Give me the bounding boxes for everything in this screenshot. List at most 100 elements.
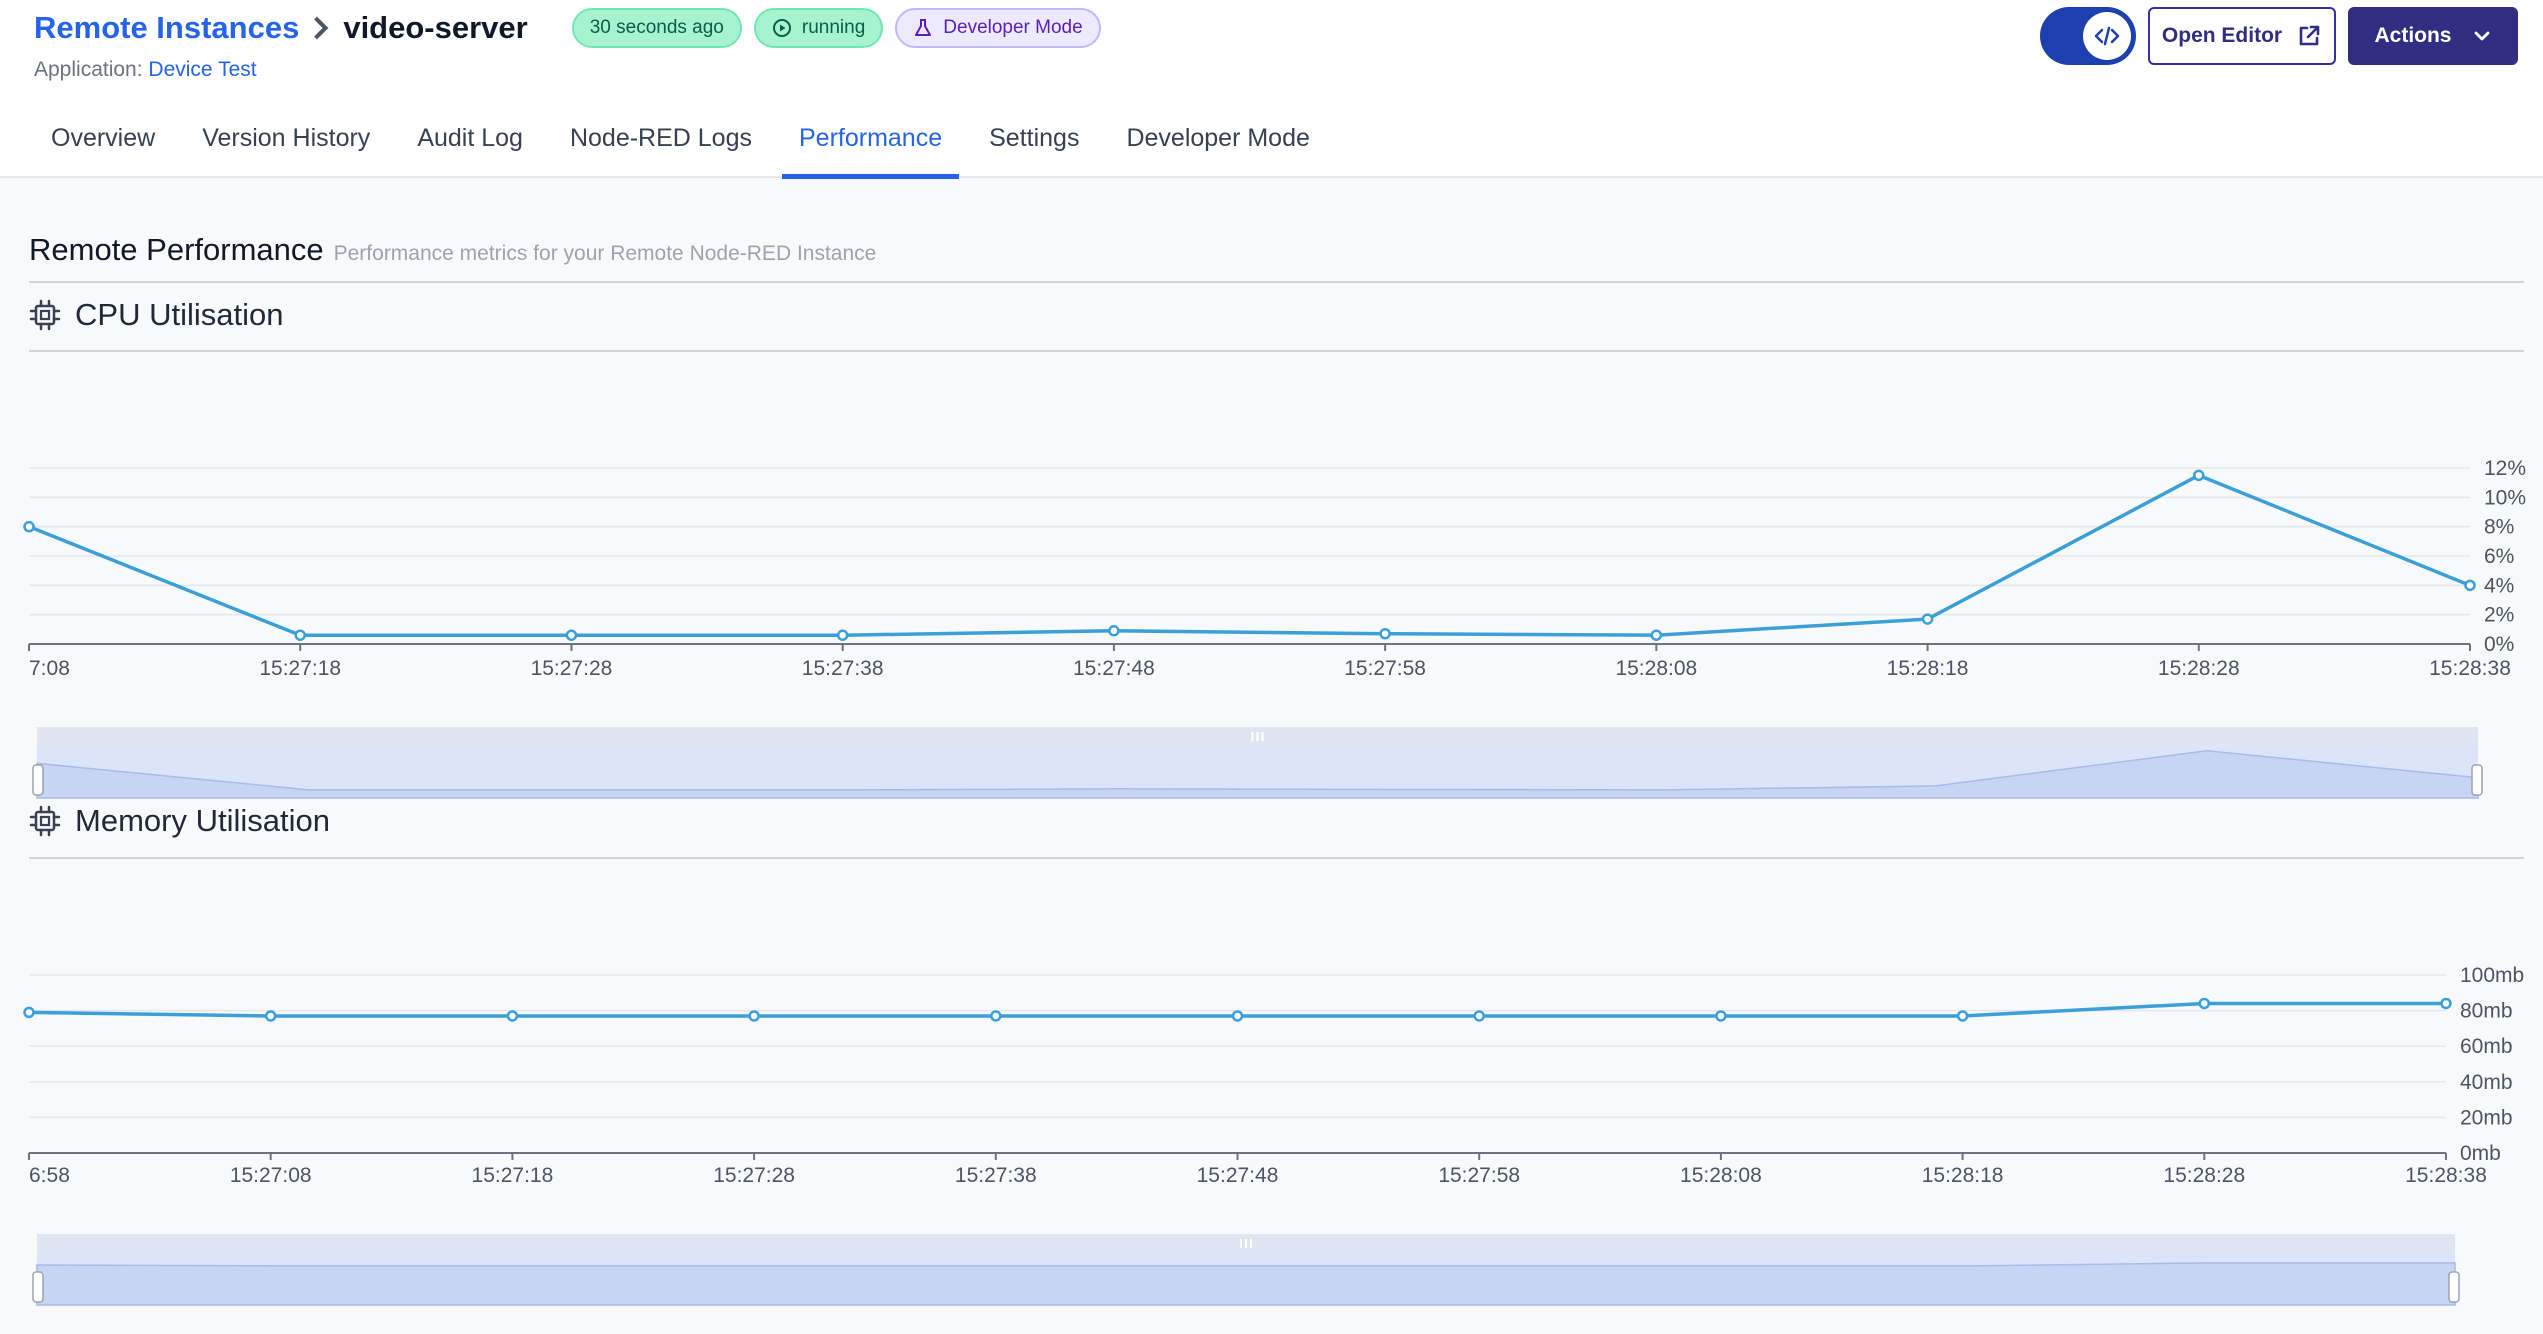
section-header: Remote Performance Performance metrics fo… xyxy=(29,232,876,268)
memory-utilisation-chart: 0mb 20mb 40mb 60mb 80mb 100mb 6:58 15:27:08 15:2… xyxy=(23,964,2524,1306)
play-circle-icon xyxy=(772,19,791,37)
memory-chart-divider xyxy=(29,857,2524,859)
chevron-right-icon xyxy=(306,16,329,40)
developer-mode-toggle[interactable] xyxy=(2040,7,2136,65)
section-divider xyxy=(29,281,2524,283)
code-icon xyxy=(2083,12,2131,60)
y-tick-label: 20mb xyxy=(2460,1106,2513,1129)
x-tick-label: 15:27:18 xyxy=(472,1164,554,1187)
y-tick-label: 6% xyxy=(2484,545,2514,568)
x-tick-label: 15:27:28 xyxy=(713,1164,795,1187)
data-point xyxy=(2193,469,2205,482)
tab-overview[interactable]: Overview xyxy=(34,112,172,178)
y-tick-label: 8% xyxy=(2484,516,2514,539)
developer-mode-badge: Developer Mode xyxy=(895,8,1101,48)
x-tick-label: 15:28:28 xyxy=(2158,657,2240,680)
x-tick-label: 15:27:38 xyxy=(802,657,884,680)
last-seen-badge: 30 seconds ago xyxy=(571,8,742,48)
x-tick-label: 15:28:08 xyxy=(1680,1164,1762,1187)
data-point xyxy=(264,1010,277,1022)
data-point xyxy=(23,1006,35,1019)
chip-icon xyxy=(29,805,61,837)
cpu-chart-heading: CPU Utilisation xyxy=(29,297,283,333)
application-label: Application: xyxy=(34,58,143,81)
zoom-handle-left[interactable] xyxy=(32,1271,44,1303)
x-tick-label: 15:27:58 xyxy=(1438,1164,1520,1187)
y-tick-label: 0% xyxy=(2484,633,2514,656)
tab-developer-mode[interactable]: Developer Mode xyxy=(1109,112,1326,178)
data-point xyxy=(1231,1010,1244,1022)
x-tick-label: 15:28:38 xyxy=(2429,657,2511,680)
x-tick-label: 15:28:38 xyxy=(2405,1164,2487,1187)
open-editor-label: Open Editor xyxy=(2161,24,2283,47)
data-point xyxy=(2464,579,2476,592)
application-link[interactable]: Device Test xyxy=(148,58,256,81)
tab-settings[interactable]: Settings xyxy=(972,112,1096,178)
x-tick-label: 6:58 xyxy=(29,1164,70,1187)
x-tick-label: 15:27:48 xyxy=(1073,657,1155,680)
developer-mode-badge-label: Developer Mode xyxy=(943,17,1083,38)
section-title: Remote Performance xyxy=(29,232,324,267)
data-point xyxy=(1956,1010,1969,1022)
chip-icon xyxy=(29,299,61,331)
breadcrumb-remote-instances-link[interactable]: Remote Instances xyxy=(34,10,299,46)
open-editor-button[interactable]: Open Editor xyxy=(2148,7,2336,65)
memory-chart-heading: Memory Utilisation xyxy=(29,803,330,839)
y-tick-label: 12% xyxy=(2484,457,2526,480)
data-point xyxy=(1650,629,1663,641)
cpu-utilisation-chart: 0% 2% 4% 6% 8% 10% 12% 7:08 15:27:18 15:27:28 15:2… xyxy=(23,457,2526,799)
instance-name: video-server xyxy=(343,10,528,45)
x-tick-label: 15:27:38 xyxy=(955,1164,1037,1187)
x-tick-label: 15:27:18 xyxy=(259,657,341,680)
x-tick-label: 15:27:58 xyxy=(1344,657,1426,680)
cpu-chart-title: CPU Utilisation xyxy=(75,297,284,332)
data-point xyxy=(565,629,578,641)
x-tick-label: 15:27:08 xyxy=(230,1164,312,1187)
actions-button[interactable]: Actions xyxy=(2348,7,2518,65)
y-tick-label: 2% xyxy=(2484,604,2514,627)
x-tick-label: 15:28:18 xyxy=(1887,657,1969,680)
y-tick-label: 0mb xyxy=(2460,1142,2501,1165)
instance-tabs: Overview Version History Audit Log Node-… xyxy=(34,112,1340,179)
zoom-handle-left[interactable] xyxy=(32,764,44,796)
data-point xyxy=(294,629,306,641)
external-link-icon xyxy=(2299,25,2320,46)
beaker-icon xyxy=(915,19,932,36)
x-tick-label: 15:28:08 xyxy=(1615,657,1697,680)
y-tick-label: 60mb xyxy=(2460,1035,2513,1058)
data-point xyxy=(990,1010,1002,1022)
data-point xyxy=(2198,997,2211,1010)
data-point xyxy=(2440,997,2452,1010)
section-subtitle: Performance metrics for your Remote Node… xyxy=(333,242,877,265)
x-tick-label: 15:27:28 xyxy=(531,657,613,680)
zoom-handle-right[interactable] xyxy=(2471,764,2483,796)
tab-audit-log[interactable]: Audit Log xyxy=(400,112,540,178)
y-tick-label: 80mb xyxy=(2460,1000,2513,1023)
tab-version-history[interactable]: Version History xyxy=(185,112,387,178)
data-point xyxy=(506,1010,519,1022)
tab-performance[interactable]: Performance xyxy=(781,112,960,179)
y-tick-label: 4% xyxy=(2484,574,2514,597)
data-point xyxy=(836,629,849,641)
status-badge-label: running xyxy=(801,17,866,38)
y-tick-label: 100mb xyxy=(2460,964,2524,987)
x-tick-label: 15:28:18 xyxy=(1922,1164,2004,1187)
data-point xyxy=(1108,625,1120,637)
data-point xyxy=(1921,613,1934,625)
page-header: Remote Instances video-server 30 seconds… xyxy=(0,0,2543,179)
status-badge: running xyxy=(753,8,884,48)
y-tick-label: 40mb xyxy=(2460,1071,2513,1094)
zoom-handle-right[interactable] xyxy=(2448,1271,2460,1303)
cpu-chart-divider xyxy=(29,350,2524,352)
actions-label: Actions xyxy=(2374,24,2452,47)
data-point xyxy=(1379,627,1391,640)
x-tick-label: 7:08 xyxy=(29,657,70,680)
chevron-down-icon xyxy=(2474,31,2489,41)
tab-node-red-logs[interactable]: Node-RED Logs xyxy=(553,112,769,178)
zoom-slider-preview xyxy=(36,1262,2456,1306)
data-point xyxy=(23,520,35,533)
breadcrumb: Remote Instances video-server 30 seconds… xyxy=(34,8,1101,48)
data-point xyxy=(1715,1010,1727,1022)
application-line: Application: Device Test xyxy=(34,58,257,82)
data-point xyxy=(1473,1010,1485,1022)
